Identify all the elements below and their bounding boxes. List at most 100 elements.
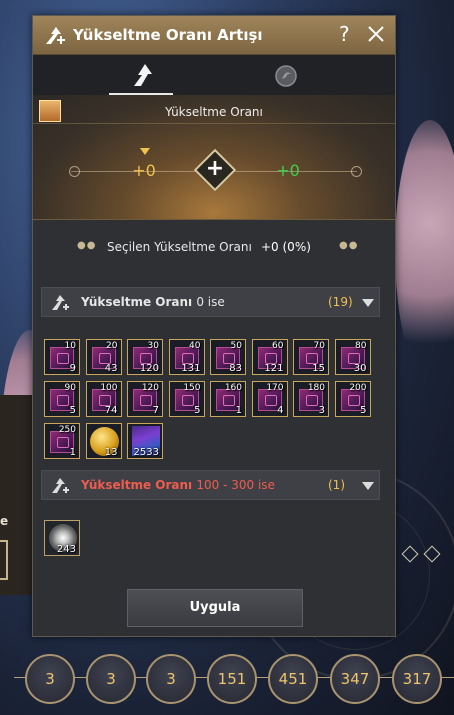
added-enhance-value: +0 [276, 161, 300, 180]
item-slot[interactable]: 80 30 [334, 339, 371, 375]
item-slot[interactable]: 40 131 [168, 339, 205, 375]
item-rate-label: 170 [266, 383, 284, 393]
bottom-bar-slot[interactable]: 3 [146, 654, 196, 704]
item-slot[interactable]: 13 [85, 423, 122, 459]
item-quantity: 243 [56, 544, 76, 555]
item-quantity: 5 [194, 405, 201, 416]
item-rate-label: 120 [141, 383, 159, 393]
item-rate-label: 160 [224, 383, 242, 393]
item-slot[interactable]: 200 5 [334, 381, 371, 417]
enhance-header: Yükseltme Oranı [165, 105, 263, 119]
tab-spirit[interactable] [215, 55, 397, 95]
item-slot[interactable]: 50 83 [210, 339, 246, 375]
item-quantity: 4 [277, 405, 284, 416]
background-side-label: e [0, 514, 9, 528]
item-rate-label: 10 [64, 341, 76, 351]
item-slot[interactable]: 180 3 [293, 381, 329, 417]
item-slot[interactable]: 243 [44, 520, 80, 556]
background-side-frame [0, 540, 8, 580]
item-rate-label: 50 [230, 341, 242, 351]
selected-rate-value: +0 (0%) [261, 240, 311, 254]
group-count: (1) [328, 478, 345, 492]
item-rate-label: 20 [106, 341, 118, 351]
item-rate-label: 100 [100, 383, 118, 393]
divider [33, 123, 395, 124]
item-rate-label: 30 [147, 341, 159, 351]
chevron-down-icon[interactable] [362, 482, 374, 490]
item-slot[interactable]: 120 7 [127, 381, 163, 417]
bottom-bar-slot[interactable]: 151 [207, 654, 257, 704]
current-enhance-value: +0 [132, 161, 156, 180]
enhance-plus-icon [52, 295, 69, 310]
item-slot[interactable]: 70 15 [293, 339, 329, 375]
group-count: (19) [328, 295, 353, 309]
item-quantity: 9 [69, 363, 76, 374]
tab-bar [33, 55, 395, 95]
item-quantity: 121 [264, 363, 284, 374]
item-rate-label: 250 [58, 425, 76, 435]
item-slot[interactable]: 170 4 [251, 381, 288, 417]
bottom-bar-slot[interactable]: 317 [392, 654, 442, 704]
cherry-tree-right [395, 120, 454, 380]
apply-button[interactable]: Uygula [127, 589, 303, 627]
window-title: Yükseltme Oranı Artışı [73, 26, 263, 44]
item-slot[interactable]: 150 5 [168, 381, 205, 417]
item-quantity: 2533 [133, 447, 159, 458]
dots-ornament-icon: ●● [77, 240, 97, 251]
selected-rate-label: Seçilen Yükseltme Oranı [107, 240, 252, 254]
item-slot[interactable]: 30 120 [127, 339, 163, 375]
bottom-bar-slot[interactable]: 347 [330, 654, 380, 704]
item-slot[interactable]: 90 5 [44, 381, 80, 417]
item-rate-label: 40 [189, 341, 201, 351]
item-slot[interactable]: 60 121 [251, 339, 288, 375]
item-slot[interactable]: 20 43 [85, 339, 122, 375]
item-quantity: 30 [353, 363, 367, 374]
item-quantity: 15 [312, 363, 325, 374]
item-slot[interactable]: 250 1 [44, 423, 80, 459]
current-marker-icon [140, 148, 150, 155]
bottom-bar-slot[interactable]: 451 [268, 654, 318, 704]
item-rate-label: 80 [355, 341, 367, 351]
help-button[interactable]: ? [339, 22, 350, 46]
item-rate-label: 90 [64, 383, 76, 393]
item-quantity: 5 [69, 405, 76, 416]
item-rate-label: 60 [272, 341, 284, 351]
item-slot[interactable]: 10 9 [44, 339, 80, 375]
enhance-plus-icon [46, 27, 65, 44]
item-quantity: 13 [104, 447, 118, 458]
rail-dot-right [351, 166, 362, 177]
item-quantity: 83 [229, 363, 242, 374]
item-rate-label: 180 [307, 383, 325, 393]
item-slot[interactable]: 100 74 [85, 381, 122, 417]
plus-icon: + [205, 156, 225, 181]
enhance-arrow-icon [134, 64, 152, 86]
close-icon[interactable] [365, 22, 387, 46]
dots-ornament-icon: ●● [339, 240, 359, 251]
item-rate-label: 150 [183, 383, 201, 393]
item-quantity: 3 [318, 405, 325, 416]
item-slot[interactable]: 160 1 [210, 381, 246, 417]
title-bar[interactable]: Yükseltme Oranı Artışı ? [33, 16, 395, 55]
spirit-orb-icon [275, 65, 297, 87]
item-slot[interactable]: 2533 [127, 423, 163, 459]
item-rate-label: 200 [349, 383, 367, 393]
item-quantity: 120 [139, 363, 159, 374]
group-header-rate-100-300[interactable]: Yükseltme Oranı 100 - 300 ise (1) [41, 470, 380, 500]
item-quantity: 131 [181, 363, 201, 374]
group-label: Yükseltme Oranı 0 ise [81, 295, 225, 309]
enhance-panel: Yükseltme Oranı +0 + +0 ●● Seçilen Yükse… [33, 95, 395, 254]
bottom-bar-slot[interactable]: 3 [25, 654, 75, 704]
item-quantity: 1 [69, 447, 76, 458]
item-rate-label: 70 [313, 341, 325, 351]
group-label: Yükseltme Oranı 100 - 300 ise [81, 478, 275, 492]
chevron-down-icon[interactable] [362, 299, 374, 307]
item-quantity: 7 [152, 405, 159, 416]
item-quantity: 1 [235, 405, 242, 416]
item-quantity: 74 [104, 405, 118, 416]
item-quantity: 5 [360, 405, 367, 416]
tab-enhance[interactable] [33, 55, 215, 95]
bottom-bar-slot[interactable]: 3 [86, 654, 136, 704]
group-header-rate-0[interactable]: Yükseltme Oranı 0 ise (19) [41, 287, 380, 317]
enhance-plus-icon [52, 478, 69, 493]
rail-dot-left [69, 166, 80, 177]
